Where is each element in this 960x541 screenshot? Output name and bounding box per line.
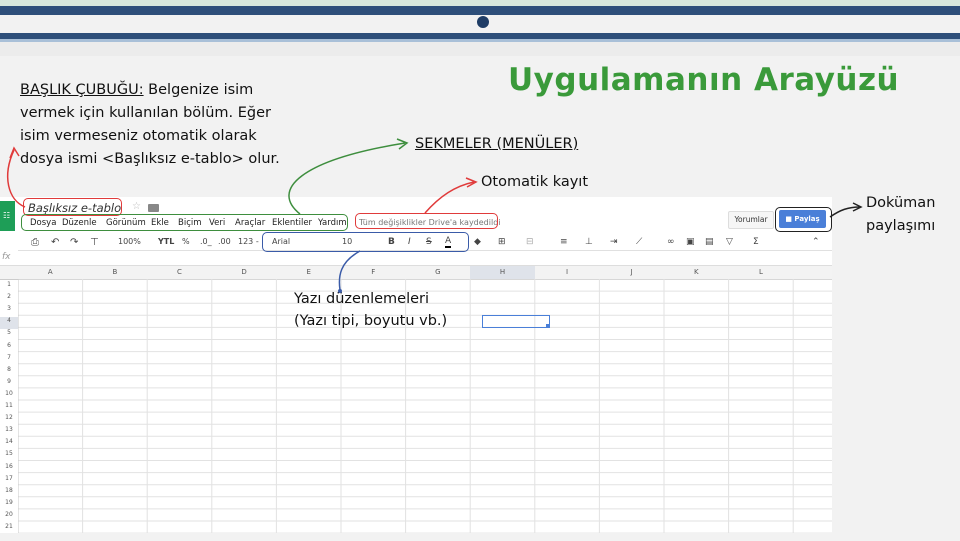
arrow-title-bar-head (9, 146, 20, 159)
arrow-autosave (424, 181, 475, 214)
arrow-menus (288, 142, 406, 215)
arrow-share (829, 206, 861, 218)
arrow-formatting (338, 250, 361, 291)
arrow-title-bar (6, 149, 26, 208)
arrow-formatting-dot (338, 289, 342, 293)
annotation-arrows (6, 138, 863, 293)
